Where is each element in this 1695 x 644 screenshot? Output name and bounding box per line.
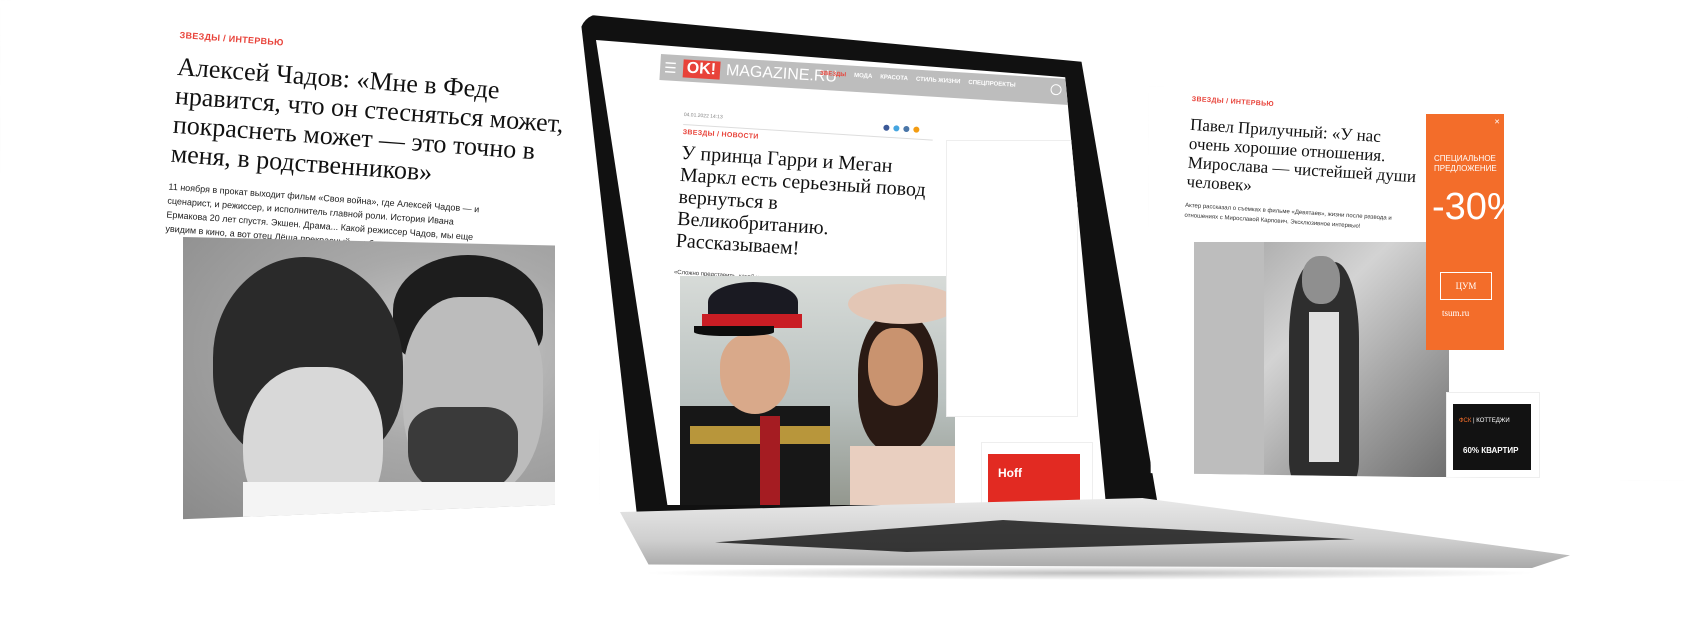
share-icons: [883, 124, 920, 133]
right-article-header: ЗВЕЗДЫ / ИНТЕРВЬЮ Павел Прилучный: «У на…: [1184, 96, 1421, 235]
photo-shape: [848, 284, 955, 324]
fsk-brand: ФСК: [1459, 418, 1472, 424]
fsk-brand-row: ФСК | КОТТЕДЖИ: [1459, 418, 1510, 424]
logo-ok: OK!: [682, 59, 721, 80]
right-article-title[interactable]: Павел Прилучный: «У нас очень хорошие от…: [1186, 115, 1420, 205]
photo-shape: [243, 482, 555, 521]
laptop-shadow: [640, 566, 1540, 580]
left-article-header: ЗВЕЗДЫ / ИНТЕРВЬЮ Алексей Чадов: «Мне в …: [165, 30, 569, 264]
laptop-screen: ☰ OK! MAGAZINE.RU ЗВЕЗДЫ МОДА КРАСОТА СТ…: [596, 40, 1106, 505]
article-title[interactable]: У принца Гарри и Меган Маркл есть серьез…: [675, 142, 931, 267]
right-article-card[interactable]: ЗВЕЗДЫ / ИНТЕРВЬЮ Павел Прилучный: «У на…: [1148, 86, 1688, 481]
right-article-photo: [1194, 242, 1449, 477]
photo-shape: [1309, 312, 1339, 462]
photo-shape: [694, 326, 774, 336]
left-article-title[interactable]: Алексей Чадов: «Мне в Феде нравится, что…: [170, 52, 567, 196]
laptop-article: 04.01.2022 14:13 ЗВЕЗДЫ / НОВОСТИ У прин…: [674, 112, 934, 291]
menu-icon[interactable]: ☰: [664, 59, 678, 77]
photo-shape: [720, 334, 790, 414]
twitter-icon[interactable]: [893, 125, 900, 132]
nav-item-beauty[interactable]: КРАСОТА: [880, 74, 908, 82]
nav-item-special[interactable]: СПЕЦПРОЕКТЫ: [968, 80, 1016, 89]
article-photo: [680, 276, 955, 505]
site-page: ☰ OK! MAGAZINE.RU ЗВЕЗДЫ МОДА КРАСОТА СТ…: [596, 40, 1106, 505]
vk-icon[interactable]: [903, 125, 910, 133]
fsk-partner: КОТТЕДЖИ: [1476, 418, 1510, 424]
tsum-logo: ЦУМ: [1440, 272, 1492, 300]
left-article-card[interactable]: ЗВЕЗДЫ / ИНТЕРВЬЮ Алексей Чадов: «Мне в …: [0, 0, 600, 527]
fsk-ad[interactable]: ФСК | КОТТЕДЖИ 60% КВАРТИР: [1453, 404, 1531, 470]
promo-headline: СПЕЦИАЛЬНОЕ ПРЕДЛОЖЕНИЕ: [1434, 154, 1497, 173]
nav-item-lifestyle[interactable]: СТИЛЬ ЖИЗНИ: [916, 77, 961, 86]
sidebar-ad-slot: [946, 140, 1078, 417]
right-article-lead: Актер рассказал о съемках в фильме «Девя…: [1184, 202, 1392, 230]
nav-item-fashion[interactable]: МОДА: [854, 73, 873, 80]
facebook-icon[interactable]: [883, 124, 890, 131]
tsum-promo-banner[interactable]: ✕ СПЕЦИАЛЬНОЕ ПРЕДЛОЖЕНИЕ -30% ЦУМ tsum.…: [1426, 114, 1521, 350]
odnoklassniki-icon[interactable]: [913, 126, 920, 133]
photo-shape: [1302, 256, 1340, 304]
left-article-photo: [183, 237, 555, 521]
hoff-ad-label: Hoff: [998, 466, 1022, 480]
promo-discount: -30%: [1432, 186, 1521, 228]
nav-menu: ЗВЕЗДЫ МОДА КРАСОТА СТИЛЬ ЖИЗНИ СПЕЦПРОЕ…: [820, 71, 1016, 89]
photo-shape: [760, 416, 780, 505]
promo-site: tsum.ru: [1442, 308, 1470, 318]
photo-shape: [680, 406, 830, 505]
close-icon[interactable]: ✕: [1494, 118, 1500, 126]
hoff-ad[interactable]: Hoff: [988, 454, 1080, 505]
site-logo[interactable]: ☰ OK! MAGAZINE.RU: [663, 54, 838, 91]
search-icon[interactable]: [1050, 83, 1062, 96]
right-article-rubric[interactable]: ЗВЕЗДЫ / ИНТЕРВЬЮ: [1192, 96, 1422, 117]
photo-shape: [1194, 242, 1264, 477]
photo-shape: [868, 328, 923, 406]
photo-shape: [850, 446, 955, 505]
fsk-offer: 60% КВАРТИР: [1463, 446, 1519, 455]
